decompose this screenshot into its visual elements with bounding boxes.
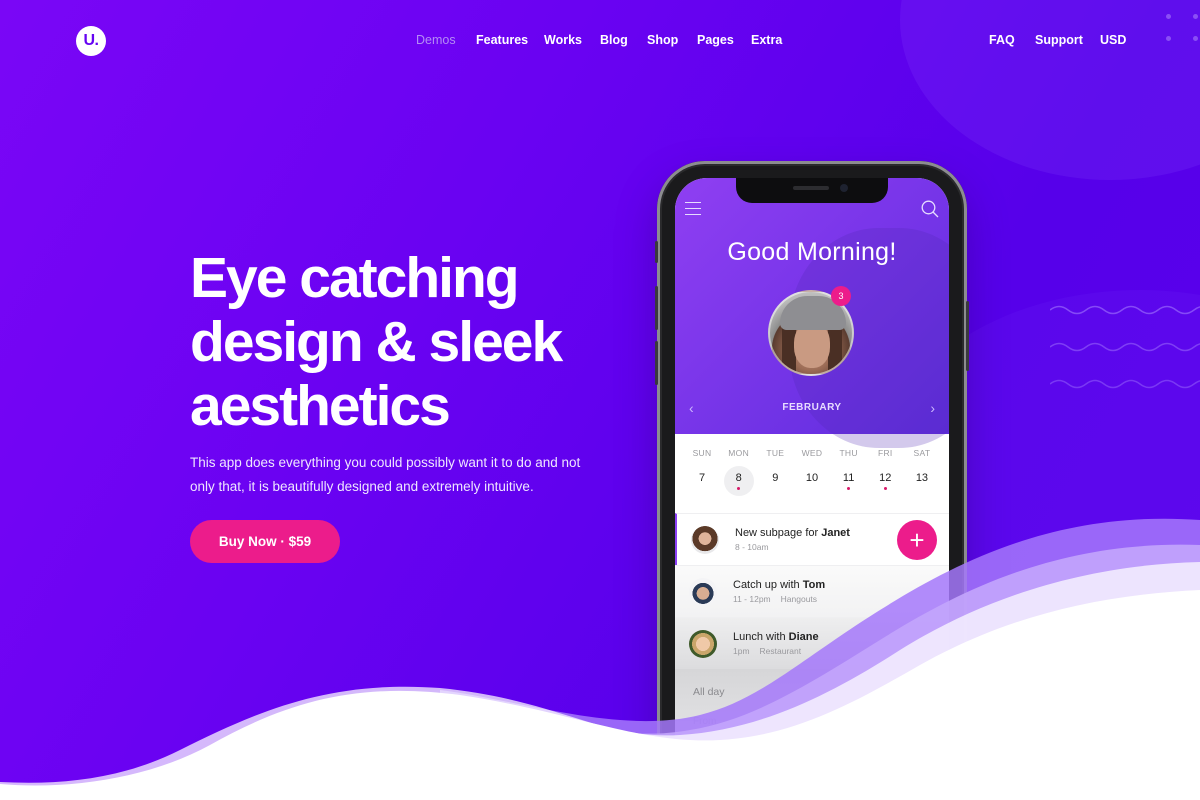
background-glow [900, 0, 1200, 180]
day-mon[interactable]: MON 8 [723, 448, 754, 496]
event-item[interactable]: Catch up with Tom 11 - 12pm Hangouts [675, 565, 949, 617]
buy-now-button[interactable]: Buy Now · $59 [190, 520, 340, 563]
phone-mockup: Good Morning! 3 ‹ FEBRUARY › SUN 7 MON 8… [655, 161, 969, 781]
day-name: FRI [877, 448, 893, 458]
event-item[interactable]: New subpage for Janet 8 - 10am + [675, 513, 949, 565]
month-selector: ‹ FEBRUARY › [675, 400, 949, 416]
headline-line: design & sleek [190, 310, 563, 374]
currency-selector[interactable]: USD [1100, 33, 1126, 47]
day-name: SUN [692, 448, 712, 458]
event-item[interactable]: Lunch with Diane 1pm Restaurant [675, 617, 949, 669]
nav-item-pages[interactable]: Pages [697, 33, 734, 47]
decor-dot [1193, 36, 1198, 41]
chevron-left-icon[interactable]: ‹ [689, 400, 694, 416]
decor-squiggle [1050, 342, 1200, 352]
event-title: Lunch with Diane [733, 631, 819, 643]
day-name: TUE [766, 448, 785, 458]
nav-item-features[interactable]: Features [476, 33, 528, 47]
decor-dot [1193, 14, 1198, 19]
nav-item-blog[interactable]: Blog [600, 33, 628, 47]
nav-item-shop[interactable]: Shop [647, 33, 678, 47]
day-name: MON [728, 448, 750, 458]
day-number: 8 [735, 472, 742, 484]
notification-badge: 3 [831, 286, 851, 306]
hero-headline: Eye catching design & sleek aesthetics [190, 246, 610, 438]
day-wed[interactable]: WED 10 [797, 448, 827, 490]
day-name: THU [839, 448, 858, 458]
day-number: 13 [915, 472, 929, 484]
greeting-title: Good Morning! [727, 238, 897, 266]
decor-squiggle [1050, 305, 1200, 315]
logo[interactable]: U. [76, 26, 106, 56]
event-avatar [689, 629, 717, 658]
event-meta: 11 - 12pm Hangouts [733, 594, 818, 604]
day-name: SAT [913, 448, 931, 458]
nav-item-support[interactable]: Support [1035, 33, 1083, 47]
event-meta: 8 - 10am [735, 542, 769, 552]
day-number: 12 [879, 472, 892, 484]
headline-line: aesthetics [190, 374, 451, 438]
event-list: New subpage for Janet 8 - 10am + Catch u… [675, 513, 949, 669]
decor-squiggle [1050, 379, 1200, 389]
headline-line: Eye catching [190, 246, 520, 310]
all-day-label: All day [693, 686, 725, 698]
event-dot [774, 487, 777, 490]
phone-power-button [966, 301, 969, 371]
hamburger-menu-icon[interactable] [685, 202, 701, 215]
phone-notch [736, 178, 888, 203]
event-dot [920, 487, 923, 490]
day-sun[interactable]: SUN 7 [687, 448, 717, 490]
day-number: 9 [772, 472, 779, 484]
add-event-button[interactable]: + [897, 520, 937, 560]
event-title: Catch up with Tom [733, 579, 826, 591]
month-label: FEBRUARY [782, 402, 842, 413]
from-label: From [693, 716, 717, 727]
phone-volume-down [655, 341, 658, 385]
phone-mute-switch [655, 241, 658, 263]
day-tue[interactable]: TUE 9 [760, 448, 790, 490]
nav-item-demos[interactable]: Demos [416, 33, 456, 47]
day-fri[interactable]: FRI 12 [870, 448, 900, 490]
day-number: 10 [805, 472, 819, 484]
chevron-right-icon[interactable]: › [930, 400, 935, 416]
day-number: 7 [698, 472, 706, 484]
decor-dot [1166, 14, 1171, 19]
event-dot [883, 487, 887, 490]
phone-volume-up [655, 286, 658, 330]
speaker [793, 186, 829, 190]
event-avatar [689, 577, 717, 606]
phone-screen: Good Morning! 3 ‹ FEBRUARY › SUN 7 MON 8… [675, 178, 949, 768]
day-name: WED [801, 448, 823, 458]
decor-dot [1166, 36, 1171, 41]
search-icon[interactable] [921, 200, 939, 218]
day-number: 11 [842, 472, 855, 484]
week-strip: SUN 7 MON 8 TUE 9 WED 10 THU 11 FRI 12 S… [687, 448, 937, 496]
hero-description: This app does everything you could possi… [190, 455, 581, 494]
event-meta: 1pm Restaurant [733, 646, 802, 656]
event-dot [847, 487, 851, 490]
event-title: New subpage for Janet [735, 527, 850, 539]
event-dot [701, 487, 704, 490]
nav-item-works[interactable]: Works [544, 33, 582, 47]
event-dot [810, 487, 813, 490]
day-thu[interactable]: THU 11 [834, 448, 864, 490]
nav-item-extra[interactable]: Extra [751, 33, 782, 47]
event-avatar [691, 525, 719, 554]
day-sat[interactable]: SAT 13 [907, 448, 937, 490]
nav-item-faq[interactable]: FAQ [989, 33, 1015, 47]
camera [840, 184, 848, 192]
